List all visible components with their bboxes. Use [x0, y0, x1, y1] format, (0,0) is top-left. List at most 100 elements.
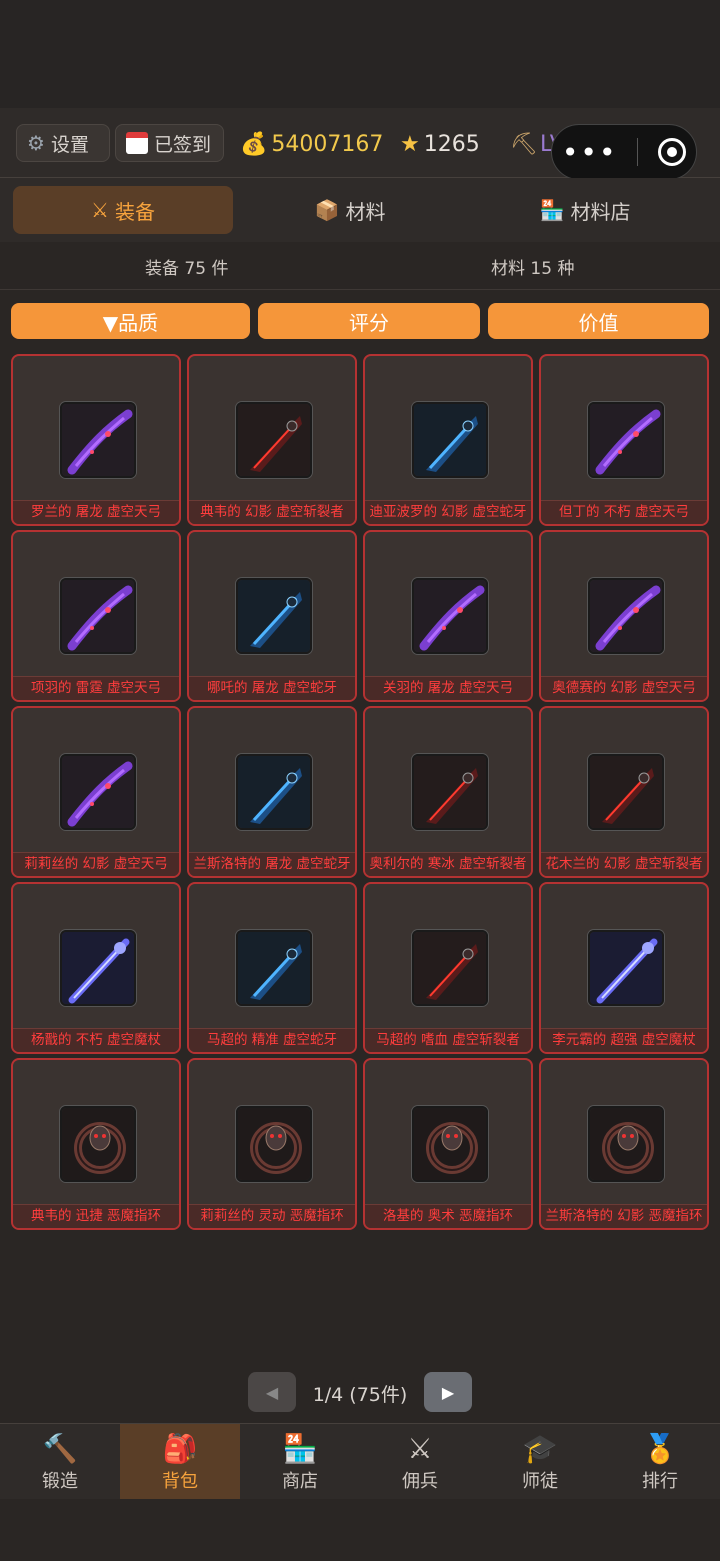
nav-item-0[interactable]: 🔨 锻造 — [0, 1424, 120, 1500]
ring-icon — [236, 1106, 312, 1182]
nav-item-2[interactable]: 🏪 商店 — [240, 1424, 360, 1500]
crossed-swords-icon: ⚔ — [407, 1432, 433, 1465]
nav-item-5[interactable]: 🏅 排行 — [600, 1424, 720, 1500]
hammer-icon: ⛏ — [510, 131, 538, 157]
equip-count: 装备 75 件 — [145, 259, 229, 279]
sort-value-button[interactable]: 价值 — [488, 303, 709, 339]
inventory-item[interactable]: 迪亚波罗的 幻影 虚空蛇牙 — [363, 354, 533, 526]
graduation-cap-icon: 🎓 — [522, 1432, 558, 1465]
page-indicator: 1/4 (75件) — [312, 1384, 408, 1406]
item-label: 莉莉丝的 幻影 虚空天弓 — [13, 852, 179, 876]
item-label: 罗兰的 屠龙 虚空天弓 — [13, 500, 179, 524]
next-page-button[interactable]: ▶ — [424, 1372, 472, 1412]
item-label: 奥德赛的 幻影 虚空天弓 — [541, 676, 707, 700]
signin-label: 已签到 — [154, 133, 212, 156]
blade-blue-icon — [236, 930, 312, 1006]
inventory-item[interactable]: 李元霸的 超强 虚空魔杖 — [539, 882, 709, 1054]
nav-label: 师徒 — [522, 1471, 558, 1492]
tab-materials[interactable]: 📦 材料 — [250, 186, 450, 234]
staff-icon — [60, 930, 136, 1006]
inventory-item[interactable]: 花木兰的 幻影 虚空斩裂者 — [539, 706, 709, 878]
gear-icon: ⚙ — [27, 131, 45, 155]
item-label: 哪吒的 屠龙 虚空蛇牙 — [189, 676, 355, 700]
gold-display: 💰 54007167 — [240, 128, 383, 160]
signin-button[interactable]: 已签到 — [115, 124, 224, 162]
blade-red-icon — [412, 754, 488, 830]
inventory-item[interactable]: 关羽的 屠龙 虚空天弓 — [363, 530, 533, 702]
tab-label: 装备 — [114, 199, 155, 224]
tab-material-shop[interactable]: 🏪 材料店 — [480, 186, 690, 234]
inventory-item[interactable]: 哪吒的 屠龙 虚空蛇牙 — [187, 530, 357, 702]
gold-value: 54007167 — [271, 131, 384, 157]
box-icon: 📦 — [314, 198, 340, 222]
item-label: 典韦的 迅捷 恶魔指环 — [13, 1204, 179, 1228]
capsule-divider — [637, 138, 639, 166]
nav-label: 排行 — [642, 1471, 678, 1492]
inventory-item[interactable]: 奥德赛的 幻影 虚空天弓 — [539, 530, 709, 702]
top-blank-area — [0, 0, 720, 108]
bow-icon — [60, 402, 136, 478]
item-label: 洛基的 奥术 恶魔指环 — [365, 1204, 531, 1228]
sort-score-button[interactable]: 评分 — [258, 303, 480, 339]
bottom-navigation: 🔨 锻造 🎒 背包 🏪 商店 ⚔ 佣兵 🎓 师徒 🏅 排行 — [0, 1423, 720, 1500]
blade-red-icon — [588, 754, 664, 830]
inventory-item[interactable]: 但丁的 不朽 虚空天弓 — [539, 354, 709, 526]
inventory-item[interactable]: 莉莉丝的 灵动 恶魔指环 — [187, 1058, 357, 1230]
inventory-item[interactable]: 奥利尔的 寒冰 虚空斩裂者 — [363, 706, 533, 878]
bow-icon — [60, 578, 136, 654]
nav-label: 佣兵 — [402, 1471, 438, 1492]
item-label: 杨戬的 不朽 虚空魔杖 — [13, 1028, 179, 1052]
item-label: 关羽的 屠龙 虚空天弓 — [365, 676, 531, 700]
mini-program-capsule: ••• — [551, 124, 697, 180]
item-label: 项羽的 雷霆 虚空天弓 — [13, 676, 179, 700]
nav-label: 背包 — [162, 1471, 198, 1492]
sort-bar: ▼品质 评分 价值 — [0, 303, 720, 339]
money-bag-icon: 💰 — [240, 131, 268, 157]
tab-bar: ⚔ 装备 📦 材料 🏪 材料店 — [0, 178, 720, 242]
staff-icon — [588, 930, 664, 1006]
inventory-item[interactable]: 莉莉丝的 幻影 虚空天弓 — [11, 706, 181, 878]
sort-quality-button[interactable]: ▼品质 — [11, 303, 250, 339]
inventory-item[interactable]: 洛基的 奥术 恶魔指环 — [363, 1058, 533, 1230]
inventory-item[interactable]: 杨戬的 不朽 虚空魔杖 — [11, 882, 181, 1054]
tab-equipment[interactable]: ⚔ 装备 — [13, 186, 233, 234]
inventory-item[interactable]: 典韦的 迅捷 恶魔指环 — [11, 1058, 181, 1230]
inventory-item[interactable]: 马超的 精准 虚空蛇牙 — [187, 882, 357, 1054]
inventory-item[interactable]: 项羽的 雷霆 虚空天弓 — [11, 530, 181, 702]
nav-item-4[interactable]: 🎓 师徒 — [480, 1424, 600, 1500]
close-target-icon[interactable] — [658, 138, 687, 166]
item-label: 花木兰的 幻影 虚空斩裂者 — [541, 852, 707, 876]
bow-icon — [588, 402, 664, 478]
inventory-item[interactable]: 罗兰的 屠龙 虚空天弓 — [11, 354, 181, 526]
bow-icon — [588, 578, 664, 654]
stars-value: 1265 — [423, 131, 480, 157]
blade-blue-icon — [412, 402, 488, 478]
inventory-item[interactable]: 兰斯洛特的 屠龙 虚空蛇牙 — [187, 706, 357, 878]
tab-label: 材料店 — [570, 199, 631, 224]
nav-item-1[interactable]: 🎒 背包 — [120, 1424, 240, 1500]
item-label: 但丁的 不朽 虚空天弓 — [541, 500, 707, 524]
settings-label: 设置 — [50, 133, 89, 156]
stars-display: ★ 1265 — [400, 128, 480, 160]
hammer-icon: 🔨 — [42, 1432, 78, 1465]
item-label: 迪亚波罗的 幻影 虚空蛇牙 — [365, 500, 531, 524]
material-count: 材料 15 种 — [491, 259, 575, 279]
star-icon: ★ — [400, 131, 420, 157]
bow-icon — [60, 754, 136, 830]
item-label: 兰斯洛特的 屠龙 虚空蛇牙 — [189, 852, 355, 876]
pagination: ◀ 1/4 (75件) ▶ — [0, 1370, 720, 1414]
inventory-item[interactable]: 马超的 嗜血 虚空斩裂者 — [363, 882, 533, 1054]
backpack-icon: 🎒 — [162, 1432, 198, 1465]
more-icon[interactable]: ••• — [562, 136, 618, 169]
crossed-swords-icon: ⚔ — [91, 198, 109, 222]
nav-item-3[interactable]: ⚔ 佣兵 — [360, 1424, 480, 1500]
item-label: 莉莉丝的 灵动 恶魔指环 — [189, 1204, 355, 1228]
ring-icon — [412, 1106, 488, 1182]
bow-icon — [412, 578, 488, 654]
inventory-item[interactable]: 典韦的 幻影 虚空斩裂者 — [187, 354, 357, 526]
item-label: 兰斯洛特的 幻影 恶魔指环 — [541, 1204, 707, 1228]
prev-page-button[interactable]: ◀ — [248, 1372, 296, 1412]
inventory-item[interactable]: 兰斯洛特的 幻影 恶魔指环 — [539, 1058, 709, 1230]
blade-blue-icon — [236, 578, 312, 654]
settings-button[interactable]: ⚙ 设置 — [16, 124, 110, 162]
